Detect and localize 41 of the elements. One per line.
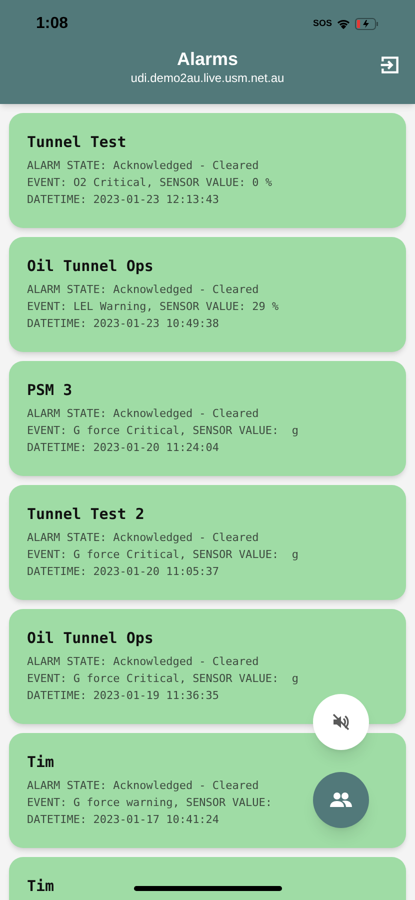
- alarm-name: Tim: [27, 752, 54, 772]
- alarm-card[interactable]: Oil Tunnel Ops ALARM STATE: Acknowledged - Cleared EVENT: G force Critical, SENSOR VALUE: g DATETIME: 2023-01-19 11:36:35: [9, 609, 406, 724]
- screen-title: Alarms: [176, 48, 238, 71]
- alarm-datetime: DATETIME: 2023-01-20 11:05:37: [27, 564, 220, 580]
- alarm-card[interactable]: Tunnel Test 2 ALARM STATE: Acknowledged - Cleared EVENT: G force Critical, SENSOR VALUE: g DATETIME: 2023-01-20 11:05:37: [9, 485, 406, 600]
- alarm-name: PSM 3: [27, 380, 72, 400]
- alarm-state: ALARM STATE: Acknowledged - Cleared: [27, 530, 259, 546]
- logout-icon: [379, 54, 401, 76]
- alarm-card[interactable]: PSM 3 ALARM STATE: Acknowledged - Cleared EVENT: G force Critical, SENSOR VALUE: g DATETIME: 2023-01-20 11:24:04: [9, 361, 406, 476]
- alarm-state: ALARM STATE: Acknowledged - Cleared: [27, 406, 259, 422]
- alarm-name: Tunnel Test 2: [27, 504, 144, 524]
- alarm-state: ALARM STATE: Acknowledged - Cleared: [27, 654, 259, 670]
- alarm-event: EVENT: G force Critical, SENSOR VALUE: g: [27, 671, 299, 687]
- status-time: 1:08: [36, 14, 68, 34]
- alarm-name: Tim: [27, 876, 54, 896]
- alarm-name: Tunnel Test: [27, 132, 126, 152]
- alarm-state: ALARM STATE: Acknowledged - Cleared: [27, 158, 259, 174]
- battery-icon: [355, 18, 379, 30]
- alarm-state: ALARM STATE: Acknowledged - Cleared: [27, 282, 259, 298]
- carrier-label: SOS: [312, 17, 332, 30]
- alarm-datetime: DATETIME: 2023-01-23 10:49:38: [27, 316, 220, 332]
- alarm-card[interactable]: Tim: [9, 857, 406, 900]
- alarm-event: EVENT: G force Critical, SENSOR VALUE: g: [27, 423, 299, 439]
- alarm-card[interactable]: Tunnel Test ALARM STATE: Acknowledged - Cleared EVENT: O2 Critical, SENSOR VALUE: 0 % DATETIME: 2023-01-23 12:13:43: [9, 113, 406, 228]
- muted-speaker-icon: [331, 712, 351, 732]
- alarm-datetime: DATETIME: 2023-01-17 10:41:24: [27, 812, 220, 828]
- alarm-datetime: DATETIME: 2023-01-19 11:36:35: [27, 688, 220, 704]
- alarm-datetime: DATETIME: 2023-01-20 11:24:04: [27, 440, 220, 456]
- alarm-event: EVENT: LEL Warning, SENSOR VALUE: 29 %: [27, 299, 279, 315]
- alarm-event: EVENT: G force warning, SENSOR VALUE:: [27, 795, 272, 811]
- wifi-icon: [337, 19, 350, 29]
- alarm-name: Oil Tunnel Ops: [27, 256, 154, 276]
- server-address: udi.demo2au.live.usm.net.au: [130, 70, 284, 86]
- people-icon: [329, 791, 353, 809]
- alarm-card[interactable]: Tim ALARM STATE: Acknowledged - Cleared EVENT: G force warning, SENSOR VALUE: DATETIME: 2023-01-17 10:41:24: [9, 733, 406, 848]
- alarm-state: ALARM STATE: Acknowledged - Cleared: [27, 778, 259, 794]
- alarm-event: EVENT: G force Critical, SENSOR VALUE: g: [27, 547, 299, 563]
- alarm-card[interactable]: Oil Tunnel Ops ALARM STATE: Acknowledged - Cleared EVENT: LEL Warning, SENSOR VALUE: 29 % DATETIME: 2023-01-23 10:49:38: [9, 237, 406, 352]
- alarm-name: Oil Tunnel Ops: [27, 628, 154, 648]
- alarm-datetime: DATETIME: 2023-01-23 12:13:43: [27, 192, 220, 208]
- alarm-event: EVENT: O2 Critical, SENSOR VALUE: 0 %: [27, 175, 272, 191]
